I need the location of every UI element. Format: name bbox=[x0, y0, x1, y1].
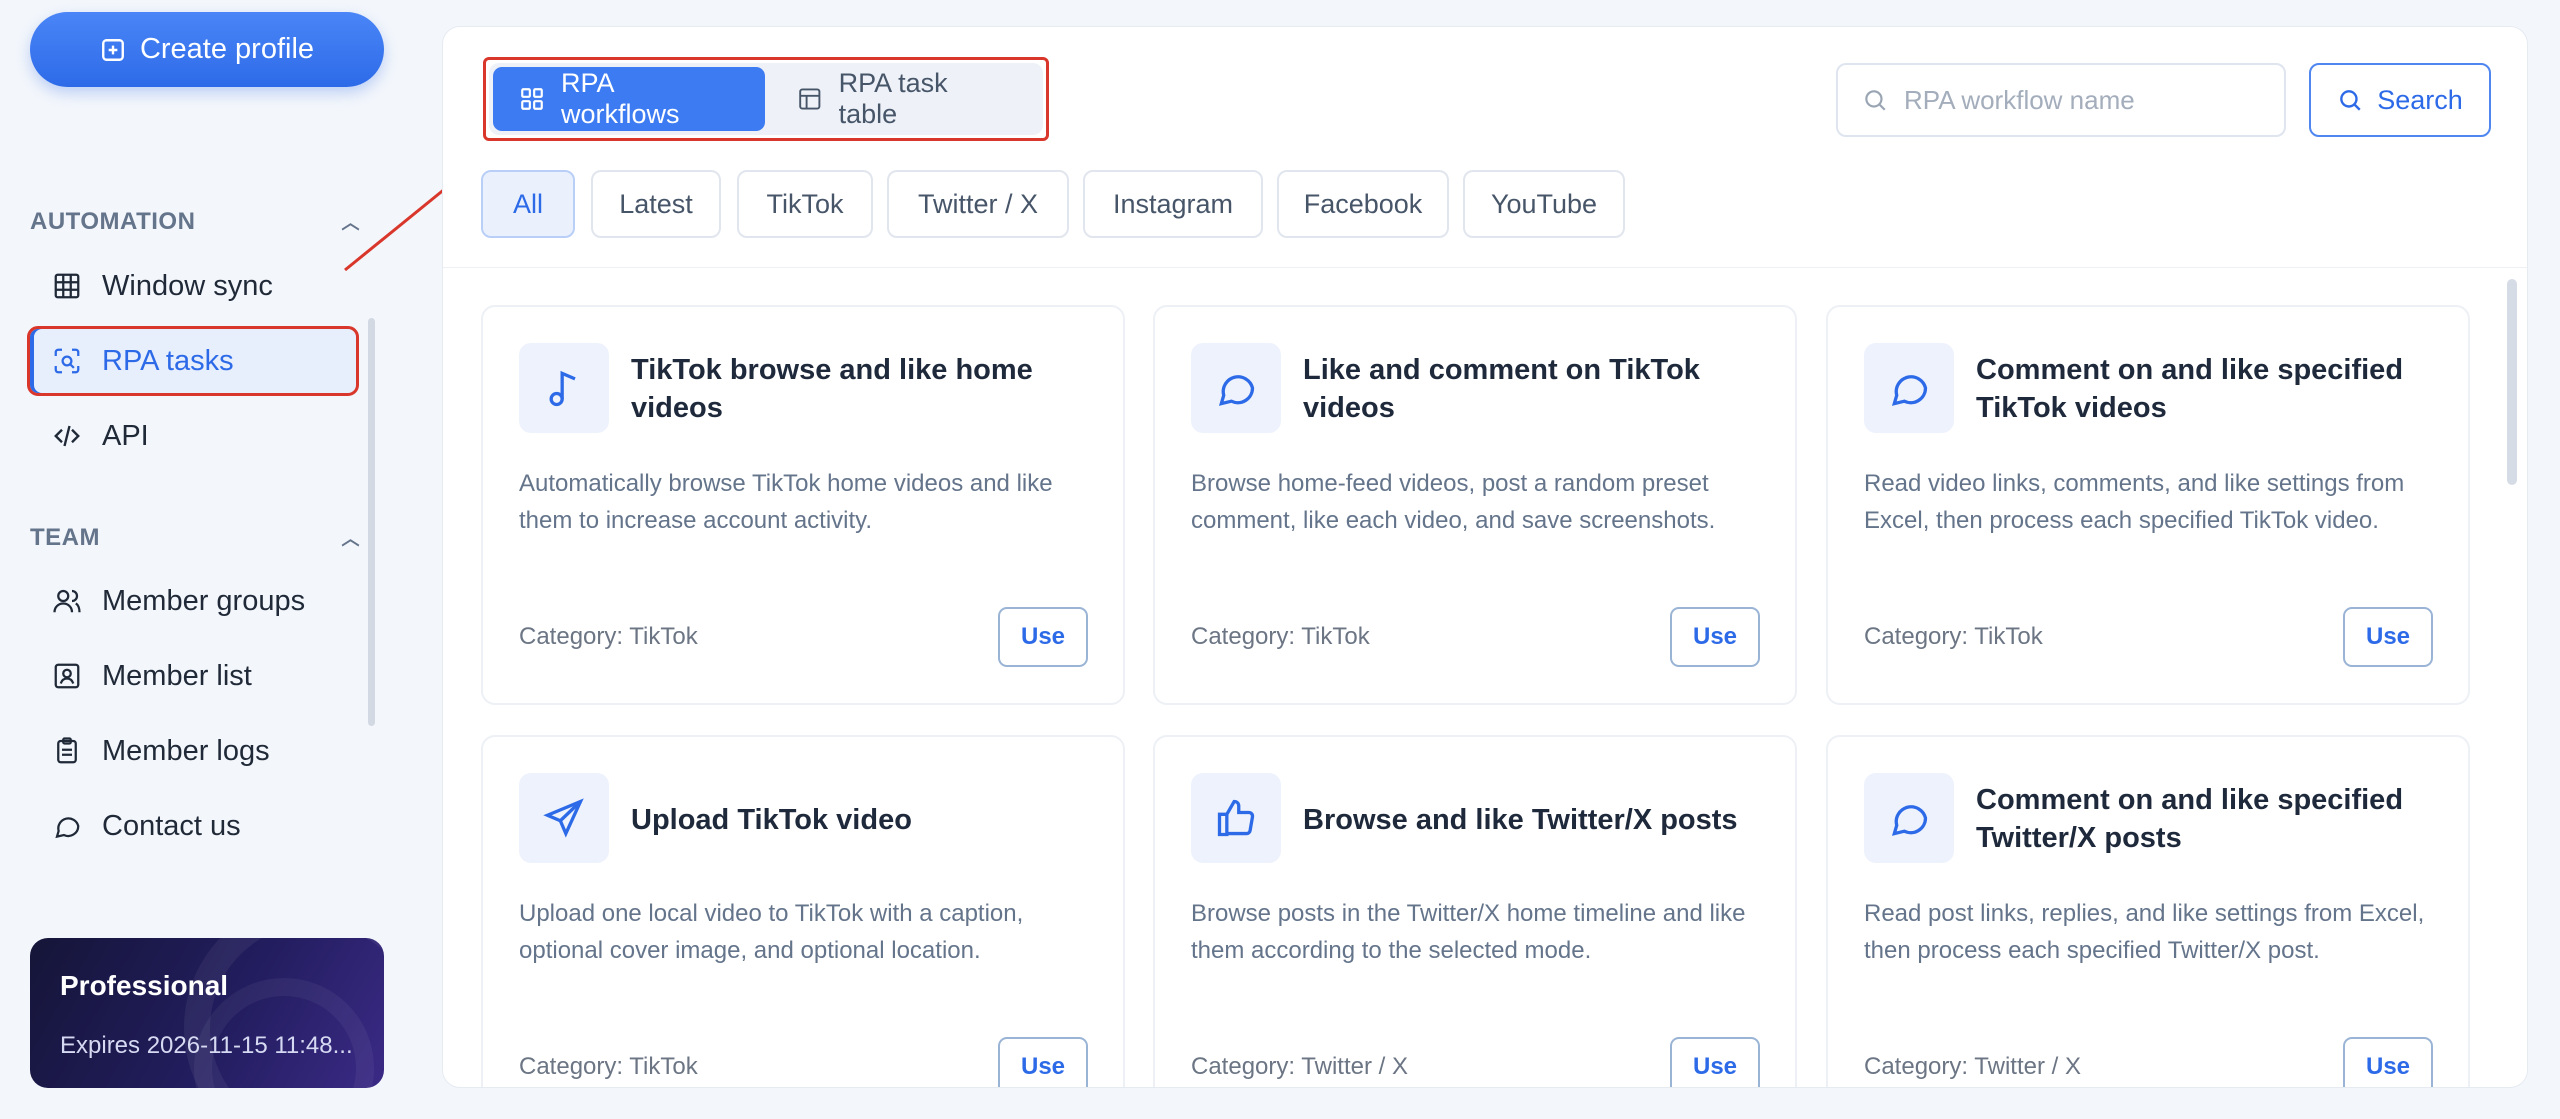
use-button[interactable]: Use bbox=[2343, 1037, 2433, 1087]
card-title: Upload TikTok video bbox=[631, 804, 912, 836]
card-description: Read video links, comments, and like set… bbox=[1864, 470, 2405, 534]
filter-label: Twitter / X bbox=[917, 188, 1039, 219]
sidebar-item-window-sync[interactable]: Window sync bbox=[30, 254, 356, 318]
card-category: Category: Twitter / X bbox=[1864, 1053, 2081, 1080]
card-category: Category: Twitter / X bbox=[1191, 1053, 1408, 1080]
music-note-icon bbox=[519, 343, 609, 433]
sidebar-item-member-logs[interactable]: Member logs bbox=[30, 719, 356, 783]
use-button[interactable]: Use bbox=[998, 1037, 1088, 1087]
partially-hidden-nav-item[interactable]: ━━━━━━━━━━━━ bbox=[30, 100, 360, 144]
filter-chip-instagram[interactable]: Instagram bbox=[1083, 170, 1263, 238]
section-header-team[interactable]: TEAM ︿ bbox=[30, 520, 360, 556]
filter-chip-latest[interactable]: Latest bbox=[591, 170, 721, 238]
plan-name: Professional bbox=[60, 970, 229, 1001]
comment-bubble-icon bbox=[1191, 343, 1281, 433]
create-profile-label: Create profile bbox=[139, 33, 315, 65]
divider bbox=[443, 267, 2527, 268]
card-category: Category: TikTok bbox=[519, 623, 698, 650]
filter-label: All bbox=[512, 188, 543, 219]
section-header-automation[interactable]: AUTOMATION ︿ bbox=[30, 204, 360, 240]
comment-bubble-icon bbox=[1864, 343, 1954, 433]
chevron-up-icon: ︿ bbox=[341, 529, 360, 549]
workflow-card: Browse and like Twitter/X posts Browse p… bbox=[1153, 735, 1797, 1087]
filter-label: Latest bbox=[619, 188, 693, 219]
search-icon bbox=[2340, 90, 2361, 111]
card-description: Browse posts in the Twitter/X home timel… bbox=[1191, 900, 1746, 964]
clipboard-icon bbox=[57, 737, 77, 764]
sidebar-item-label: API bbox=[102, 419, 149, 452]
sidebar-item-member-groups[interactable]: Member groups bbox=[30, 569, 356, 633]
annotation-highlight-box bbox=[483, 57, 1049, 141]
code-icon bbox=[54, 425, 80, 447]
filter-chip-all[interactable]: All bbox=[481, 170, 575, 238]
card-category: Category: TikTok bbox=[1864, 623, 2043, 650]
filter-chip-youtube[interactable]: YouTube bbox=[1463, 170, 1625, 238]
card-title: TikTok browse and like home videos bbox=[631, 354, 1033, 424]
workflow-card: TikTok browse and like home videos Autom… bbox=[481, 305, 1125, 705]
card-description: Upload one local video to TikTok with a … bbox=[519, 900, 1024, 964]
section-title: TEAM bbox=[30, 524, 100, 551]
sidebar-item-label: Member groups bbox=[102, 584, 306, 617]
search-field[interactable] bbox=[1836, 63, 2286, 137]
use-button[interactable]: Use bbox=[2343, 607, 2433, 667]
card-title: Comment on and like specified Twitter/X … bbox=[1976, 784, 2404, 854]
sidebar-scrollbar[interactable] bbox=[368, 318, 375, 726]
card-category: Category: TikTok bbox=[1191, 623, 1370, 650]
filter-label: YouTube bbox=[1490, 188, 1598, 219]
card-title: Like and comment on TikTok videos bbox=[1303, 354, 1700, 424]
send-icon bbox=[519, 773, 609, 863]
card-description: Automatically browse TikTok home videos … bbox=[519, 470, 1053, 534]
search-button-label: Search bbox=[2377, 84, 2463, 115]
id-badge-icon bbox=[54, 663, 80, 689]
filter-chip-tiktok[interactable]: TikTok bbox=[737, 170, 873, 238]
card-description: Read post links, replies, and like setti… bbox=[1864, 900, 2425, 964]
plan-card[interactable]: Professional Expires 2026-11-15 11:48... bbox=[30, 938, 384, 1088]
card-title: Browse and like Twitter/X posts bbox=[1303, 804, 1738, 836]
sidebar-item-label: Member logs bbox=[102, 734, 270, 767]
sidebar-item-label: Contact us bbox=[102, 809, 241, 842]
use-button[interactable]: Use bbox=[1670, 607, 1760, 667]
plus-square-icon bbox=[102, 38, 124, 61]
sidebar-item-rpa-tasks[interactable]: RPA tasks bbox=[27, 326, 359, 396]
scan-robot-icon bbox=[54, 348, 80, 374]
section-title: AUTOMATION bbox=[30, 208, 196, 235]
use-button[interactable]: Use bbox=[1670, 1037, 1760, 1087]
card-description: Browse home-feed videos, post a random p… bbox=[1191, 470, 1716, 534]
search-input[interactable] bbox=[1904, 84, 2264, 116]
filter-label: Instagram bbox=[1112, 188, 1234, 219]
sidebar-item-label: Window sync bbox=[102, 269, 273, 302]
chat-icon bbox=[55, 817, 80, 839]
main-panel: RPA workflows RPA task table Search All … bbox=[442, 26, 2528, 1088]
comment-bubble-icon bbox=[1864, 773, 1954, 863]
workflow-card: Like and comment on TikTok videos Browse… bbox=[1153, 305, 1797, 705]
card-category: Category: TikTok bbox=[519, 1053, 698, 1080]
filter-chip-facebook[interactable]: Facebook bbox=[1277, 170, 1449, 238]
plan-expiry: Expires 2026-11-15 11:48... bbox=[60, 1032, 353, 1059]
search-button[interactable]: Search bbox=[2309, 63, 2491, 137]
sidebar-item-member-list[interactable]: Member list bbox=[30, 644, 356, 708]
clipped-item-placeholder: ━━━━━━━━━━━━ bbox=[52, 100, 254, 111]
sidebar-item-api[interactable]: API bbox=[30, 404, 356, 468]
sidebar-item-label: Member list bbox=[102, 659, 252, 692]
workflow-card: Comment on and like specified Twitter/X … bbox=[1826, 735, 2470, 1087]
filter-label: TikTok bbox=[766, 188, 844, 219]
use-button[interactable]: Use bbox=[998, 607, 1088, 667]
sidebar-item-label: RPA tasks bbox=[102, 344, 234, 377]
card-title: Comment on and like specified TikTok vid… bbox=[1976, 354, 2404, 424]
workflow-card: Upload TikTok video Upload one local vid… bbox=[481, 735, 1125, 1087]
thumbs-up-icon bbox=[1191, 773, 1281, 863]
filter-chip-twitter-x[interactable]: Twitter / X bbox=[887, 170, 1069, 238]
create-profile-button[interactable]: Create profile bbox=[30, 12, 384, 87]
grid-icon bbox=[54, 273, 80, 299]
workflow-card: Comment on and like specified TikTok vid… bbox=[1826, 305, 2470, 705]
content-scrollbar[interactable] bbox=[2507, 279, 2517, 485]
sidebar-item-contact-us[interactable]: Contact us bbox=[30, 794, 356, 858]
users-icon bbox=[53, 589, 81, 613]
filter-label: Facebook bbox=[1303, 188, 1423, 219]
search-icon bbox=[1865, 90, 1886, 111]
